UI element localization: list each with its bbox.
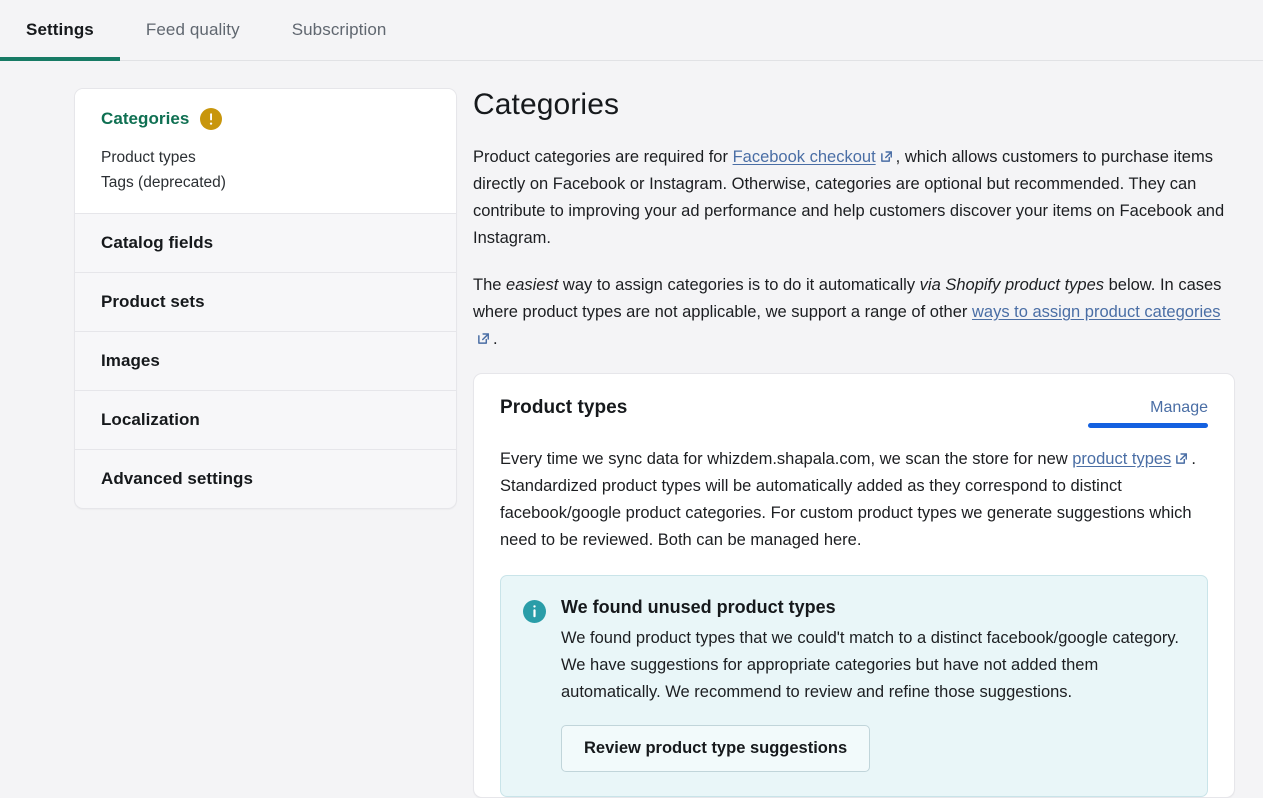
warning-icon bbox=[200, 108, 223, 130]
main-content: Categories Product categories are requir… bbox=[473, 88, 1239, 798]
external-link-icon bbox=[1175, 452, 1188, 465]
facebook-checkout-link[interactable]: Facebook checkout bbox=[733, 148, 876, 166]
sidebar-section-categories[interactable]: Categories Product types Tags (deprecate… bbox=[75, 89, 456, 213]
banner-text: We found product types that we could't m… bbox=[561, 629, 1179, 701]
intro2-text-d: . bbox=[493, 330, 498, 348]
product-types-card: Product types Manage Every time we sync … bbox=[473, 373, 1235, 798]
ways-to-assign-categories-link[interactable]: ways to assign product categories bbox=[972, 303, 1221, 321]
tab-subscription[interactable]: Subscription bbox=[266, 0, 413, 60]
manage-link[interactable]: Manage bbox=[1150, 399, 1208, 417]
page-title: Categories bbox=[473, 88, 620, 121]
banner-title: We found unused product types bbox=[561, 597, 836, 617]
sidebar-item-categories[interactable]: Categories bbox=[75, 108, 456, 130]
intro2-text-b: way to assign categories is to do it aut… bbox=[558, 276, 920, 294]
sidebar-item-product-sets[interactable]: Product sets bbox=[75, 272, 456, 331]
tab-settings-label: Settings bbox=[26, 20, 94, 39]
intro-paragraph-2: The easiest way to assign categories is … bbox=[473, 272, 1235, 353]
tab-settings[interactable]: Settings bbox=[0, 0, 120, 61]
tab-subscription-label: Subscription bbox=[291, 20, 387, 39]
external-link-icon bbox=[477, 332, 490, 345]
banner-body: We found unused product types We found p… bbox=[561, 597, 1185, 772]
sidebar-item-images[interactable]: Images bbox=[75, 331, 456, 390]
product-types-link[interactable]: product types bbox=[1072, 450, 1171, 468]
tab-feed-quality-label: Feed quality bbox=[145, 20, 240, 39]
sidebar-subitems: Product types Tags (deprecated) bbox=[75, 145, 456, 195]
sidebar-item-catalog-fields[interactable]: Catalog fields bbox=[75, 213, 456, 272]
review-product-type-suggestions-button[interactable]: Review product type suggestions bbox=[561, 725, 871, 772]
product-types-description: Every time we sync data for whizdem.shap… bbox=[500, 446, 1200, 554]
sidebar-subitem-tags-deprecated[interactable]: Tags (deprecated) bbox=[101, 170, 430, 195]
sidebar-item-categories-label: Categories bbox=[101, 109, 190, 128]
unused-product-types-banner: We found unused product types We found p… bbox=[500, 575, 1208, 797]
page-body: Categories Product types Tags (deprecate… bbox=[0, 61, 1263, 798]
sidebar-item-localization[interactable]: Localization bbox=[75, 390, 456, 449]
intro2-emphasis-shopify: via Shopify product types bbox=[919, 276, 1105, 294]
info-icon bbox=[523, 600, 546, 623]
sidebar-subitem-product-types[interactable]: Product types bbox=[101, 145, 430, 170]
product-types-card-title: Product types bbox=[500, 397, 628, 418]
settings-sidebar: Categories Product types Tags (deprecate… bbox=[74, 88, 457, 509]
product-types-card-header: Product types Manage bbox=[500, 397, 1208, 428]
external-link-icon bbox=[880, 150, 893, 163]
intro2-emphasis-easiest: easiest bbox=[506, 276, 559, 294]
manage-link-wrap: Manage bbox=[1088, 397, 1208, 428]
intro2-text-a: The bbox=[473, 276, 507, 294]
sidebar-item-advanced-settings[interactable]: Advanced settings bbox=[75, 449, 456, 508]
tab-feed-quality[interactable]: Feed quality bbox=[120, 0, 266, 60]
product-types-text-a: Every time we sync data for whizdem.shap… bbox=[500, 450, 1073, 468]
intro-paragraph-1: Product categories are required for Face… bbox=[473, 144, 1235, 252]
manage-focus-underline bbox=[1088, 423, 1208, 428]
intro-text-1a: Product categories are required for bbox=[473, 148, 733, 166]
top-tab-bar: Settings Feed quality Subscription bbox=[0, 0, 1263, 61]
